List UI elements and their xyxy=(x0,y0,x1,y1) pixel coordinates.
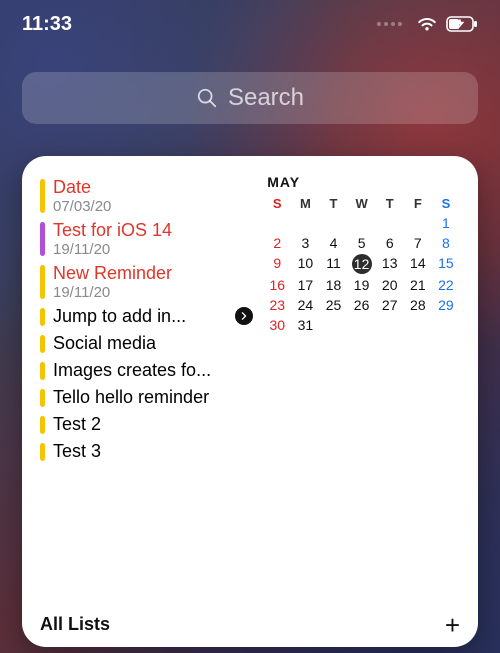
status-time: 11:33 xyxy=(22,13,72,36)
status-bar: 11:33 xyxy=(0,0,500,48)
calendar-day[interactable]: 6 xyxy=(376,233,404,253)
calendar-day[interactable]: 25 xyxy=(319,295,347,315)
reminder-color-pill xyxy=(40,308,45,326)
calendar-day[interactable]: 24 xyxy=(291,295,319,315)
calendar-day[interactable]: 14 xyxy=(404,253,432,275)
reminder-title: Jump to add in... xyxy=(53,305,227,327)
reminder-color-pill xyxy=(40,222,45,256)
search-placeholder: Search xyxy=(228,84,304,112)
reminder-text: Jump to add in... xyxy=(53,305,227,327)
all-lists-button[interactable]: All Lists xyxy=(40,614,110,635)
reminder-text: Tello hello reminder xyxy=(53,386,253,408)
reminder-color-pill xyxy=(40,179,45,213)
calendar-day[interactable]: 19 xyxy=(348,275,376,295)
search-icon xyxy=(196,87,218,109)
calendar-day[interactable]: 4 xyxy=(319,233,347,253)
reminder-row[interactable]: Images creates fo... xyxy=(40,359,253,381)
calendar-weekday: W xyxy=(348,194,376,213)
calendar-day[interactable]: 26 xyxy=(348,295,376,315)
reminder-date: 19/11/20 xyxy=(53,241,253,258)
calendar-month-label: MAY xyxy=(267,174,460,190)
reminder-color-pill xyxy=(40,389,45,407)
calendar-weekday: S xyxy=(263,194,291,213)
chevron-right-icon xyxy=(235,307,253,325)
reminder-date: 07/03/20 xyxy=(53,198,253,215)
calendar-day[interactable]: 28 xyxy=(404,295,432,315)
calendar-day[interactable]: 27 xyxy=(376,295,404,315)
reminder-text: Test 2 xyxy=(53,413,253,435)
reminder-title: Test 3 xyxy=(53,440,253,462)
calendar-day[interactable]: 22 xyxy=(432,275,460,295)
calendar-day[interactable]: 13 xyxy=(376,253,404,275)
add-reminder-button[interactable]: + xyxy=(445,615,460,635)
calendar-day[interactable]: 7 xyxy=(404,233,432,253)
status-right xyxy=(377,16,478,32)
calendar-day[interactable]: 1 xyxy=(432,213,460,233)
calendar-day[interactable]: 11 xyxy=(319,253,347,275)
reminder-title: Date xyxy=(53,176,253,198)
calendar: MAY SMTWTFS12345678910111213141516171819… xyxy=(263,174,460,604)
reminders-list: Date07/03/20Test for iOS 1419/11/20New R… xyxy=(40,174,253,604)
wifi-icon xyxy=(416,16,438,32)
reminder-date: 19/11/20 xyxy=(53,284,253,301)
calendar-day[interactable]: 12 xyxy=(348,253,376,275)
calendar-day[interactable]: 15 xyxy=(432,253,460,275)
calendar-day[interactable]: 8 xyxy=(432,233,460,253)
reminder-title: Images creates fo... xyxy=(53,359,253,381)
calendar-weekday: M xyxy=(291,194,319,213)
battery-charging-icon xyxy=(446,16,478,32)
reminder-row[interactable]: Social media xyxy=(40,332,253,354)
calendar-weekday: T xyxy=(376,194,404,213)
reminder-color-pill xyxy=(40,362,45,380)
calendar-weekday: T xyxy=(319,194,347,213)
reminder-text: Images creates fo... xyxy=(53,359,253,381)
reminder-title: Test for iOS 14 xyxy=(53,219,253,241)
reminder-row[interactable]: New Reminder19/11/20 xyxy=(40,262,253,301)
calendar-day[interactable]: 5 xyxy=(348,233,376,253)
calendar-weekday: S xyxy=(432,194,460,213)
page-dots xyxy=(377,22,402,26)
calendar-day[interactable]: 21 xyxy=(404,275,432,295)
calendar-day[interactable]: 29 xyxy=(432,295,460,315)
reminder-title: Tello hello reminder xyxy=(53,386,253,408)
calendar-day[interactable]: 30 xyxy=(263,315,291,335)
reminder-text: Date07/03/20 xyxy=(53,176,253,215)
reminder-title: New Reminder xyxy=(53,262,253,284)
reminders-calendar-widget: Date07/03/20Test for iOS 1419/11/20New R… xyxy=(22,156,478,647)
reminder-text: Test 3 xyxy=(53,440,253,462)
calendar-day[interactable]: 31 xyxy=(291,315,319,335)
reminder-color-pill xyxy=(40,265,45,299)
search-bar[interactable]: Search xyxy=(22,72,478,124)
reminder-color-pill xyxy=(40,335,45,353)
calendar-day[interactable]: 9 xyxy=(263,253,291,275)
reminder-text: New Reminder19/11/20 xyxy=(53,262,253,301)
reminder-text: Social media xyxy=(53,332,253,354)
widget-footer: All Lists + xyxy=(40,604,460,635)
calendar-day[interactable]: 3 xyxy=(291,233,319,253)
calendar-day[interactable]: 23 xyxy=(263,295,291,315)
calendar-day-today: 12 xyxy=(352,254,372,274)
reminder-row[interactable]: Test 2 xyxy=(40,413,253,435)
reminder-row[interactable]: Jump to add in... xyxy=(40,305,253,327)
reminder-color-pill xyxy=(40,416,45,434)
calendar-day[interactable]: 2 xyxy=(263,233,291,253)
reminder-text: Test for iOS 1419/11/20 xyxy=(53,219,253,258)
reminder-row[interactable]: Tello hello reminder xyxy=(40,386,253,408)
reminder-color-pill xyxy=(40,443,45,461)
reminder-row[interactable]: Test for iOS 1419/11/20 xyxy=(40,219,253,258)
calendar-day[interactable]: 16 xyxy=(263,275,291,295)
reminder-row[interactable]: Date07/03/20 xyxy=(40,176,253,215)
reminder-title: Test 2 xyxy=(53,413,253,435)
reminder-title: Social media xyxy=(53,332,253,354)
calendar-day[interactable]: 20 xyxy=(376,275,404,295)
reminder-row[interactable]: Test 3 xyxy=(40,440,253,462)
calendar-weekday: F xyxy=(404,194,432,213)
calendar-day[interactable]: 10 xyxy=(291,253,319,275)
calendar-day[interactable]: 17 xyxy=(291,275,319,295)
calendar-day[interactable]: 18 xyxy=(319,275,347,295)
calendar-grid: SMTWTFS123456789101112131415161718192021… xyxy=(263,194,460,335)
